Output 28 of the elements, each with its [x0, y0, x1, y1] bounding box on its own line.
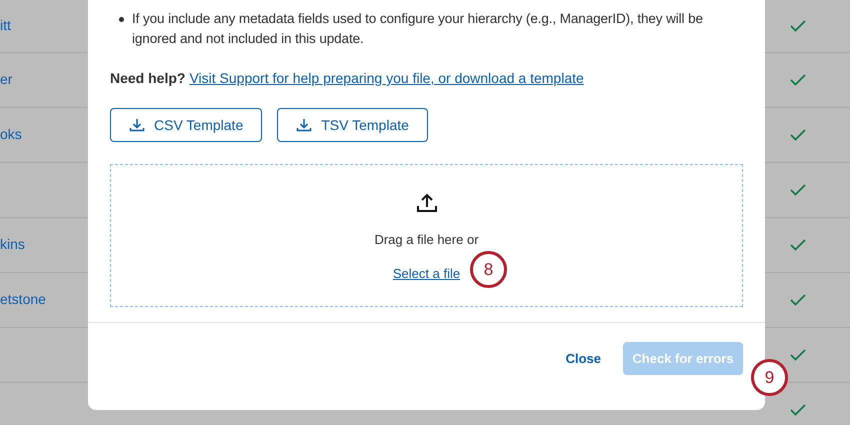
- checkmark-icon: [790, 74, 806, 86]
- template-download-button[interactable]: TSV Template: [277, 108, 428, 142]
- name-link[interactable]: etstone: [0, 291, 46, 307]
- checkmark-icon: [790, 129, 806, 141]
- name-link[interactable]: itt: [0, 17, 11, 33]
- checkmark-icon: [790, 184, 806, 196]
- step-number-badge: 9: [751, 359, 788, 396]
- checkmark-icon: [790, 20, 806, 32]
- checkmark-icon: [790, 239, 806, 251]
- download-icon: [129, 118, 145, 132]
- template-download-button[interactable]: CSV Template: [110, 108, 262, 142]
- support-link[interactable]: Visit Support for help preparing you file, or download a template: [189, 68, 584, 89]
- bullet-icon: [119, 17, 124, 22]
- upload-icon: [416, 193, 438, 213]
- name-link[interactable]: oks: [0, 126, 22, 142]
- download-icon: [296, 118, 312, 132]
- step-number-badge: 8: [470, 251, 507, 288]
- file-dropzone[interactable]: Drag a file here or Select a file 8: [110, 164, 743, 307]
- select-file-link[interactable]: Select a file: [392, 264, 460, 283]
- bullet-text: If you include any metadata fields used to configure your hierarchy (e.g., ManagerID), they will be ignored and not included in this update.: [132, 10, 704, 48]
- help-label: Need help?: [110, 69, 186, 88]
- drag-prompt: Drag a file here or: [374, 231, 479, 249]
- checkmark-icon: [790, 349, 806, 361]
- checkmark-icon: [790, 404, 806, 416]
- name-link[interactable]: er: [0, 71, 12, 87]
- name-link[interactable]: kins: [0, 236, 25, 252]
- close-button[interactable]: Close: [566, 342, 601, 375]
- checkmark-icon: [790, 294, 806, 306]
